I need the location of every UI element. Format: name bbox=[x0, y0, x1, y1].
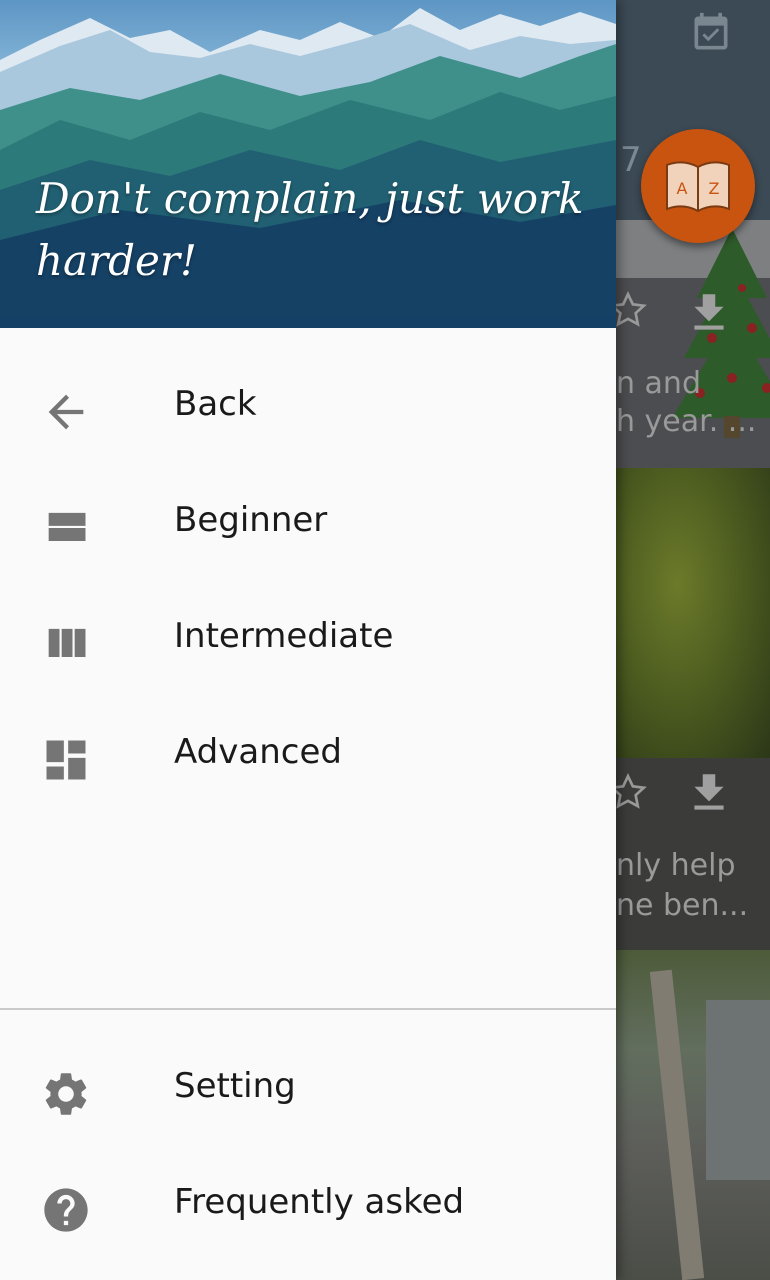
navigation-drawer: Don't complain, just work harder! Back B… bbox=[0, 0, 616, 1280]
arrow-left-icon bbox=[48, 394, 84, 430]
gear-icon bbox=[45, 1073, 87, 1115]
background-card: nly help ne ben... bbox=[609, 758, 770, 950]
menu-item-back[interactable]: Back bbox=[0, 356, 616, 456]
view-column-icon bbox=[48, 628, 86, 657]
calendar-icon bbox=[694, 12, 728, 50]
background-card-text-1: n and bbox=[616, 366, 701, 401]
background-date-fragment: 7 bbox=[620, 140, 642, 180]
menu-item-label: Advanced bbox=[174, 732, 342, 772]
fab-letter-a: A bbox=[677, 179, 688, 198]
fab-letter-z: Z bbox=[709, 179, 720, 198]
menu-item-setting[interactable]: Setting bbox=[0, 1038, 616, 1138]
background-photo bbox=[616, 950, 770, 1280]
drawer-header: Don't complain, just work harder! bbox=[0, 0, 616, 328]
background-card: n and h year. ... bbox=[609, 228, 770, 468]
background-photo-wall bbox=[706, 1000, 770, 1180]
menu-item-label: Back bbox=[174, 384, 257, 424]
menu-divider bbox=[0, 1008, 616, 1010]
menu-item-label: Beginner bbox=[174, 500, 328, 540]
background-photo-tree bbox=[649, 969, 705, 1280]
menu-item-label: Frequently asked bbox=[174, 1182, 465, 1222]
menu-item-intermediate[interactable]: Intermediate bbox=[0, 588, 616, 688]
background-card-text-2: h year. ... bbox=[616, 404, 757, 439]
dictionary-fab[interactable]: A Z bbox=[641, 129, 755, 243]
menu-item-label: Setting bbox=[174, 1066, 296, 1106]
menu-item-label: Intermediate bbox=[174, 616, 394, 656]
view-stream-icon bbox=[48, 512, 86, 541]
dashboard-icon bbox=[46, 740, 86, 780]
download-icon bbox=[694, 294, 724, 330]
menu-item-faq[interactable]: Frequently asked bbox=[0, 1154, 616, 1254]
background-card-text-1: nly help bbox=[616, 848, 736, 883]
motivational-quote: Don't complain, just work harder! bbox=[36, 174, 584, 285]
background-card-text-2: ne ben... bbox=[616, 888, 749, 923]
background-photo bbox=[616, 468, 770, 758]
menu-item-advanced[interactable]: Advanced bbox=[0, 704, 616, 804]
book-icon: A Z bbox=[666, 161, 730, 213]
help-circle-icon bbox=[44, 1188, 88, 1232]
menu-item-beginner[interactable]: Beginner bbox=[0, 472, 616, 572]
download-icon bbox=[694, 774, 724, 810]
